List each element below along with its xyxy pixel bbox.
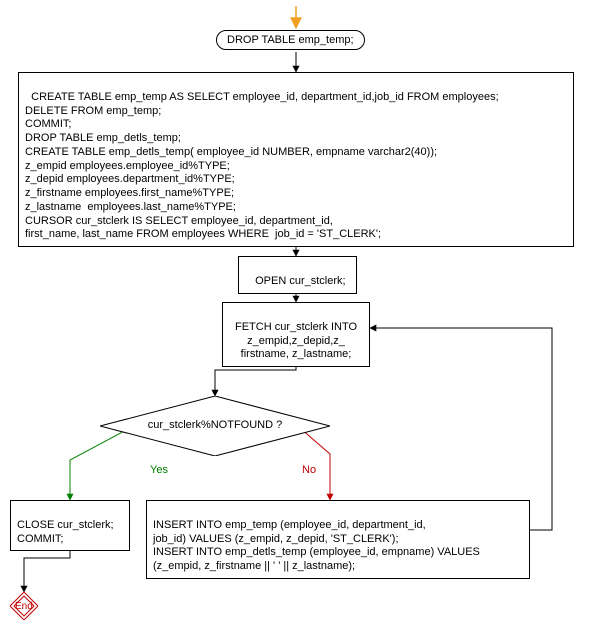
insert-block-text: INSERT INTO emp_temp (employee_id, depar… bbox=[153, 519, 480, 572]
fetch-cursor-text: FETCH cur_stclerk INTO z_empid,z_depid,z… bbox=[235, 321, 357, 361]
create-block-node: CREATE TABLE emp_temp AS SELECT employee… bbox=[18, 72, 574, 247]
decision-label: cur_stclerk%NOTFOUND ? bbox=[115, 419, 315, 431]
close-block-node: CLOSE cur_stclerk; COMMIT; bbox=[10, 500, 130, 551]
open-cursor-text: OPEN cur_stclerk; bbox=[255, 275, 345, 287]
drop-table-text: DROP TABLE emp_temp; bbox=[227, 34, 354, 46]
open-cursor-node: OPEN cur_stclerk; bbox=[238, 256, 357, 294]
yes-label: Yes bbox=[150, 464, 168, 476]
decision-text: cur_stclerk%NOTFOUND ? bbox=[148, 419, 282, 431]
no-label: No bbox=[302, 464, 316, 476]
close-block-text: CLOSE cur_stclerk; COMMIT; bbox=[17, 519, 114, 545]
end-label: End bbox=[15, 601, 33, 612]
fetch-cursor-node: FETCH cur_stclerk INTO z_empid,z_depid,z… bbox=[222, 302, 370, 367]
create-block-text: CREATE TABLE emp_temp AS SELECT employee… bbox=[25, 91, 499, 241]
drop-table-node: DROP TABLE emp_temp; bbox=[216, 30, 365, 50]
insert-block-node: INSERT INTO emp_temp (employee_id, depar… bbox=[146, 500, 530, 579]
